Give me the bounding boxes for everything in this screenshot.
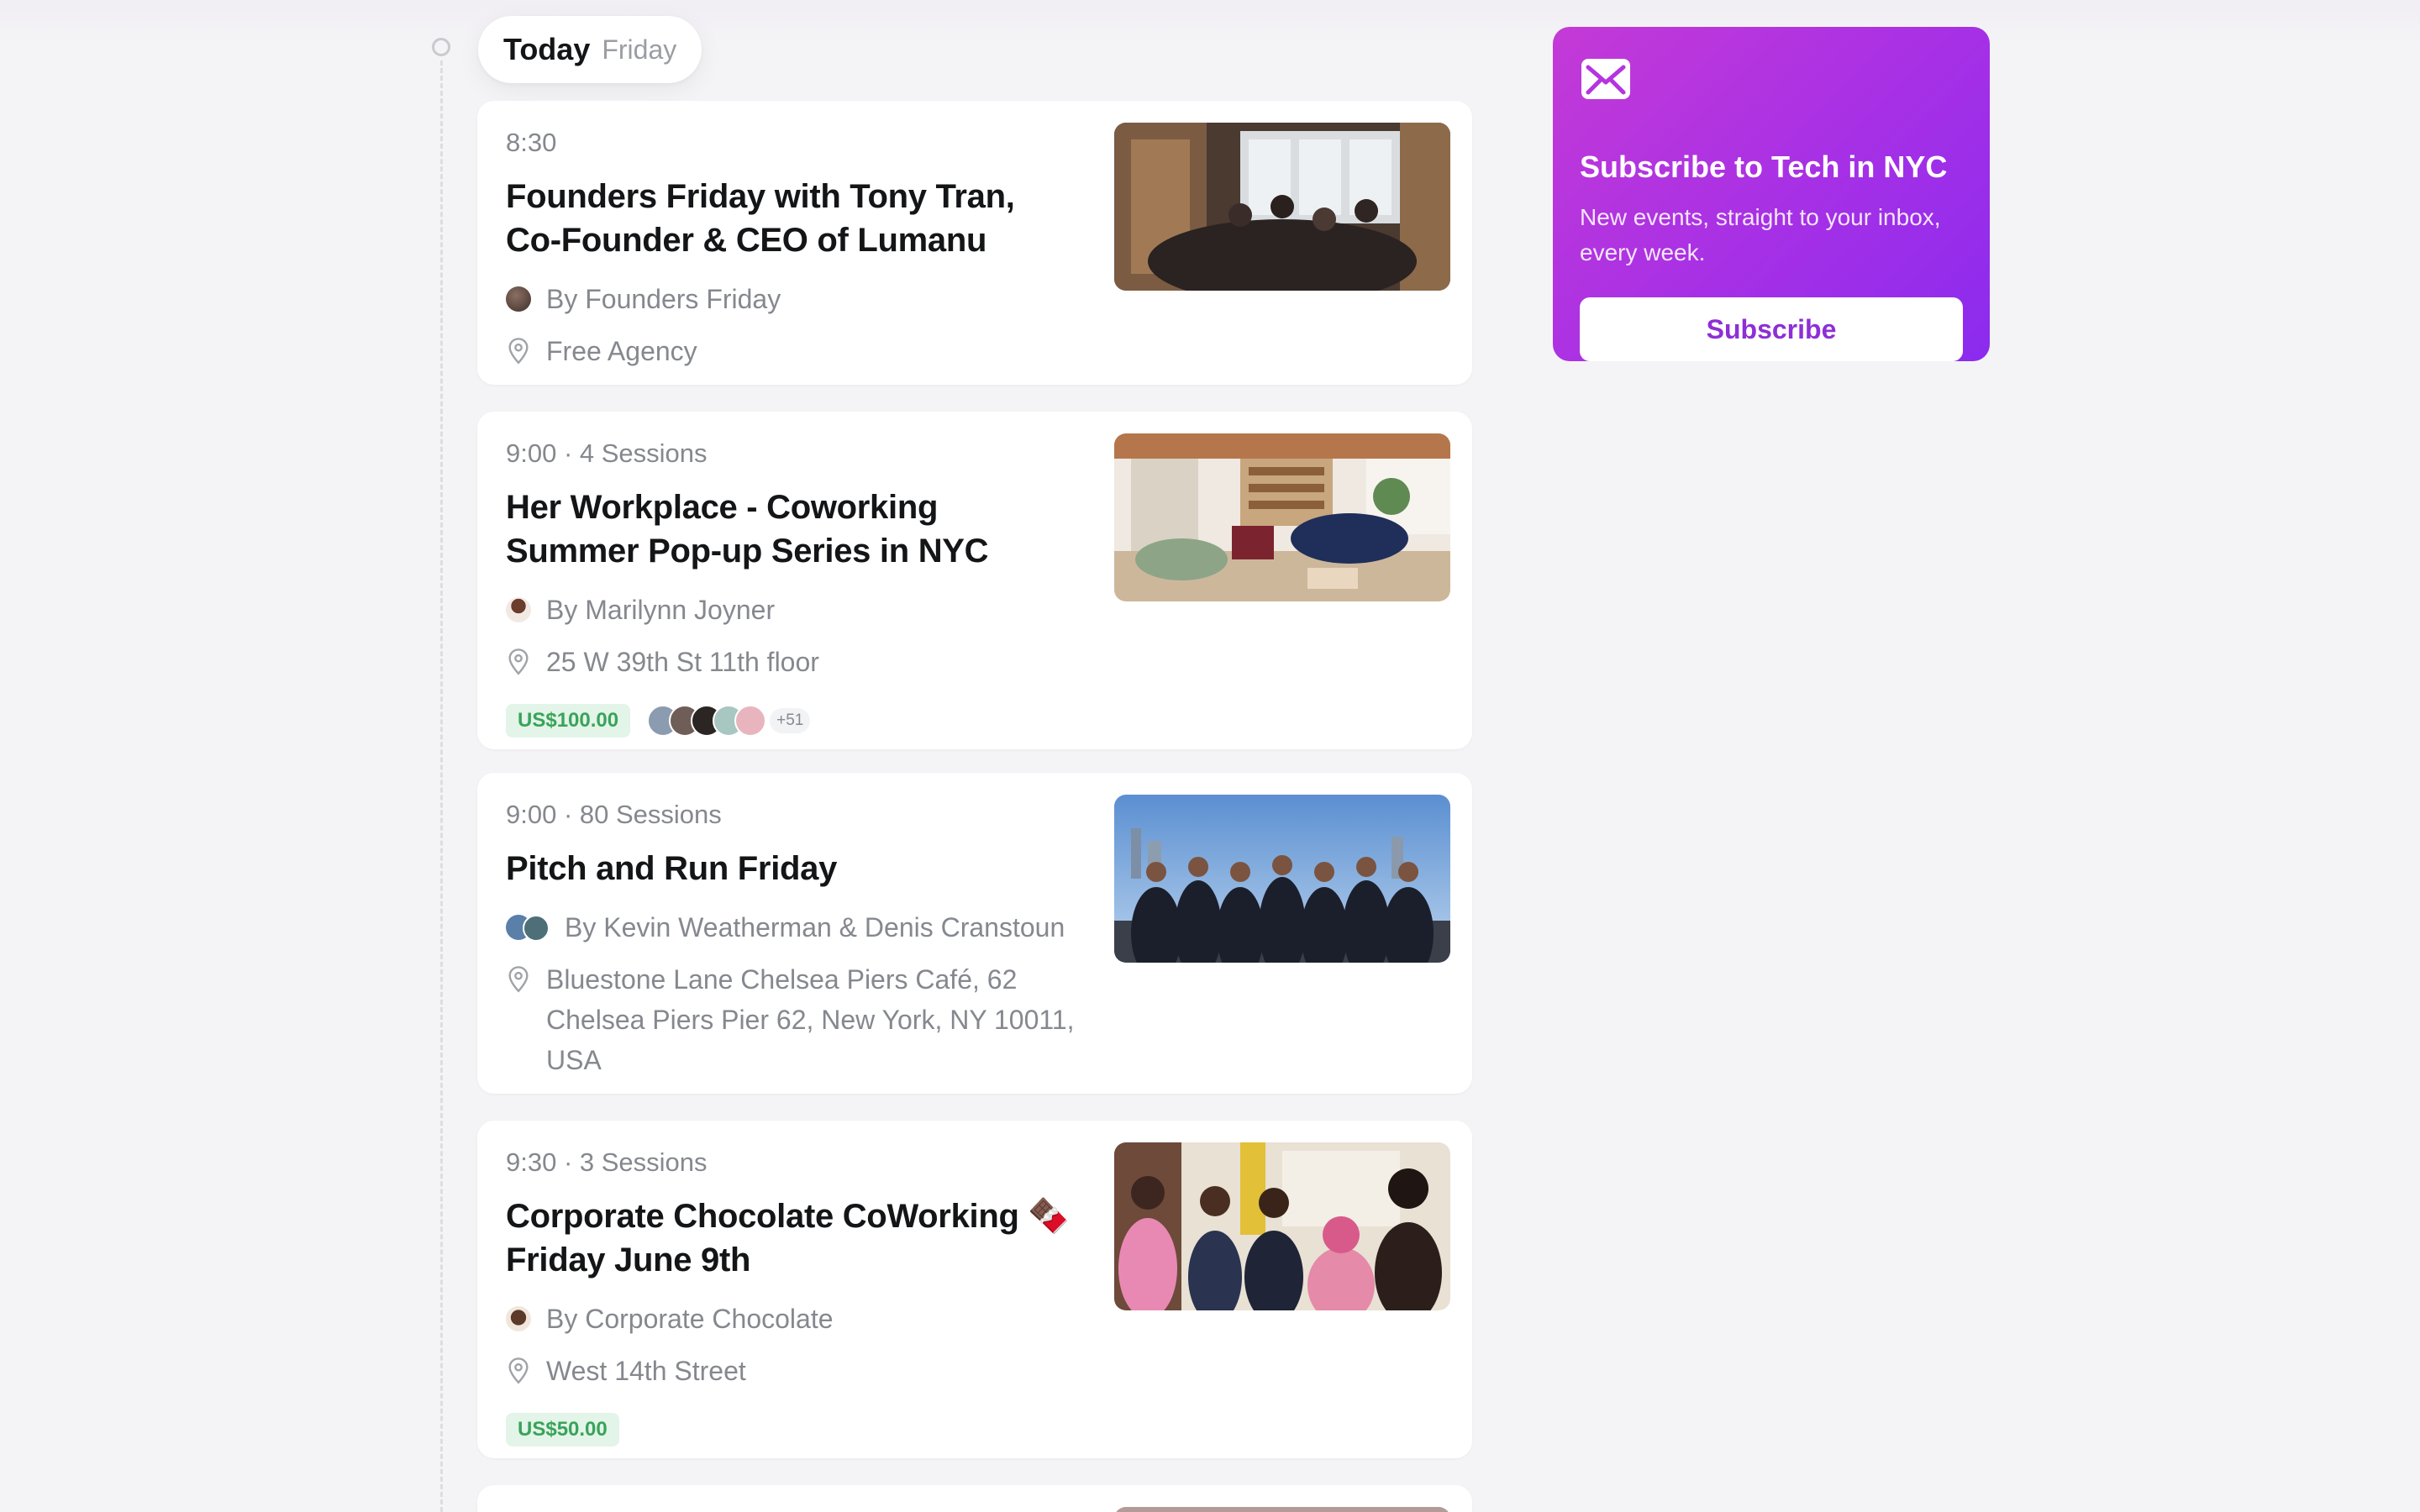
price-badge: US$50.00 xyxy=(506,1413,619,1446)
day-weekday-label: Friday xyxy=(602,34,677,65)
host-avatar xyxy=(506,286,531,312)
attendee-avatar xyxy=(734,705,767,737)
event-location: Free Agency xyxy=(546,336,697,366)
event-image[interactable] xyxy=(1114,1142,1450,1310)
event-image[interactable] xyxy=(1114,433,1450,601)
location-pin-icon xyxy=(508,966,529,993)
subscribe-title: Subscribe to Tech in NYC xyxy=(1580,150,1948,184)
event-time: 9:00 · 80 Sessions xyxy=(506,800,722,829)
subscribe-card: Subscribe to Tech in NYC New events, str… xyxy=(1553,27,1990,361)
events-page: Today Friday 8:30 Founders Friday with T… xyxy=(0,0,2420,1512)
subscribe-description: New events, straight to your inbox, ever… xyxy=(1580,204,1941,265)
price-badge: US$100.00 xyxy=(506,704,631,738)
event-location-row: Free Agency xyxy=(506,331,1077,371)
event-image[interactable] xyxy=(1114,1507,1450,1512)
timeline-line xyxy=(440,60,443,1512)
event-card[interactable]: 9:00 · 4 Sessions Her Workplace - Cowork… xyxy=(477,412,1472,749)
event-title[interactable]: Pitch and Run Friday xyxy=(506,847,1077,890)
location-pin-icon xyxy=(508,338,529,365)
event-time: 9:30 · 3 Sessions xyxy=(506,1147,708,1177)
host-avatar xyxy=(506,1306,531,1331)
event-title[interactable]: Corporate Chocolate CoWorking 🍫 Friday J… xyxy=(506,1194,1077,1282)
host-avatars xyxy=(506,915,550,942)
event-location-row: Bluestone Lane Chelsea Piers Café, 62 Ch… xyxy=(506,959,1077,1080)
event-meta: US$100.00 +51 xyxy=(506,704,1077,738)
event-image[interactable] xyxy=(1114,795,1450,963)
event-time: 9:00 · 4 Sessions xyxy=(506,438,708,468)
attendee-avatars[interactable]: +51 xyxy=(647,705,811,737)
event-location-row: 25 W 39th St 11th floor xyxy=(506,642,1077,682)
event-host[interactable]: By Kevin Weatherman & Denis Cranstoun xyxy=(565,907,1065,948)
location-pin-icon xyxy=(508,1357,529,1384)
host-avatar xyxy=(523,915,550,942)
event-location: 25 W 39th St 11th floor xyxy=(546,647,819,677)
event-host-row: By Kevin Weatherman & Denis Cranstoun xyxy=(506,907,1077,948)
mail-icon xyxy=(1581,59,1630,99)
event-host[interactable]: By Corporate Chocolate xyxy=(546,1299,834,1339)
event-meta: US$50.00 xyxy=(506,1413,1077,1446)
event-card[interactable]: 9:00 · 80 Sessions Pitch and Run Friday … xyxy=(477,773,1472,1094)
event-title[interactable]: Founders Friday with Tony Tran, Co-Found… xyxy=(506,175,1077,262)
event-host[interactable]: By Marilynn Joyner xyxy=(546,590,775,630)
event-card[interactable]: 9:30 · 3 Sessions Corporate Chocolate Co… xyxy=(477,1121,1472,1458)
event-title[interactable]: Her Workplace - Coworking Summer Pop-up … xyxy=(506,486,1077,573)
event-image[interactable] xyxy=(1114,123,1450,291)
subscribe-button[interactable]: Subscribe xyxy=(1580,297,1963,361)
day-header: Today Friday xyxy=(478,16,702,83)
event-host-row: By Corporate Chocolate xyxy=(506,1299,1077,1339)
event-card[interactable] xyxy=(477,1485,1472,1512)
day-today-label: Today xyxy=(503,32,591,66)
event-location-row: West 14th Street xyxy=(506,1351,1077,1391)
location-pin-icon xyxy=(508,648,529,675)
event-host-row: By Marilynn Joyner xyxy=(506,590,1077,630)
timeline-dot xyxy=(432,38,450,56)
event-time: 8:30 xyxy=(506,128,557,157)
host-avatar xyxy=(506,597,531,622)
event-card[interactable]: 8:30 Founders Friday with Tony Tran, Co-… xyxy=(477,101,1472,385)
event-host[interactable]: By Founders Friday xyxy=(546,279,781,319)
attendee-count: +51 xyxy=(770,708,811,733)
event-location: Bluestone Lane Chelsea Piers Café, 62 Ch… xyxy=(546,964,1075,1075)
event-location: West 14th Street xyxy=(546,1356,746,1386)
event-host-row: By Founders Friday xyxy=(506,279,1077,319)
